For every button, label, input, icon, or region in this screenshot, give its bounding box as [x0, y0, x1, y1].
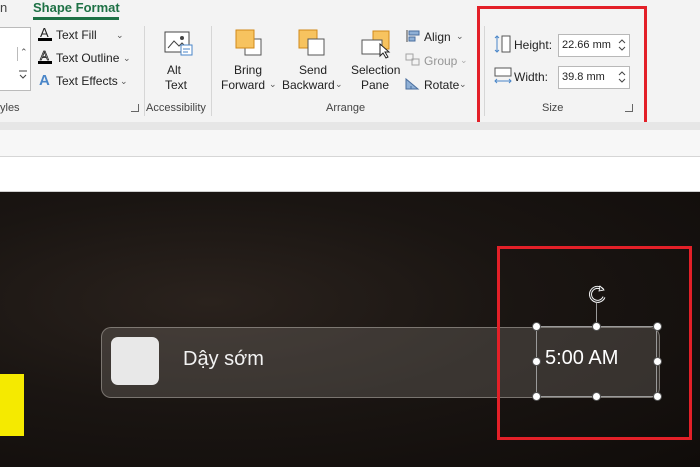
- chevron-down-icon: ⌄: [335, 79, 343, 89]
- send-backward-button[interactable]: Send Backward ⌄: [282, 28, 344, 94]
- group-icon: [405, 53, 421, 72]
- align-label: Align: [424, 30, 451, 44]
- chevron-down-icon: ⌄: [120, 76, 128, 86]
- send-backward-label-1: Send: [299, 63, 328, 77]
- gallery-more-icon[interactable]: [17, 68, 29, 87]
- bring-forward-icon: [233, 28, 265, 63]
- svg-text:A: A: [40, 49, 49, 63]
- svg-text:A: A: [40, 26, 49, 40]
- chevron-down-icon: ⌄: [123, 53, 131, 63]
- text-fill-icon: A: [37, 25, 53, 47]
- styles-group-label: yles: [0, 102, 20, 114]
- selection-pane-label-2: Pane: [361, 78, 390, 92]
- wordart-dialog-launcher[interactable]: [131, 104, 139, 112]
- document-area: [0, 157, 700, 192]
- svg-text:A: A: [39, 72, 50, 88]
- group-label: Group: [424, 54, 458, 68]
- alt-text-label-1: Alt: [167, 63, 182, 77]
- task-label[interactable]: Dậy sớm: [183, 348, 264, 371]
- text-effects-icon: A: [37, 72, 53, 93]
- selection-pane-label-1: Selection: [351, 63, 401, 77]
- chevron-down-icon: ⌄: [116, 30, 124, 40]
- yellow-shape[interactable]: [0, 374, 24, 436]
- align-icon: [405, 29, 421, 48]
- ribbon-bottom-band: [0, 122, 700, 130]
- alt-text-button[interactable]: Alt Text: [158, 28, 198, 92]
- chevron-down-icon: ⌄: [269, 79, 277, 89]
- alt-text-label-2: Text: [165, 78, 188, 92]
- size-highlight-box: [477, 6, 647, 131]
- selection-pane-button[interactable]: Selection Pane: [349, 28, 403, 94]
- tab-partial[interactable]: n: [0, 0, 7, 15]
- text-effects-label: Text Effects: [56, 74, 118, 88]
- selection-pane-icon: [360, 28, 394, 65]
- alt-text-icon: [162, 28, 194, 63]
- accessibility-group-label: Accessibility: [146, 102, 206, 114]
- chevron-down-icon: ⌄: [456, 31, 464, 41]
- bring-forward-label-1: Bring: [234, 63, 263, 77]
- group-separator: [211, 26, 212, 116]
- send-backward-label-2: Backward: [282, 78, 335, 92]
- bring-forward-button[interactable]: Bring Forward ⌄: [220, 28, 278, 94]
- bring-forward-label-2: Forward: [221, 78, 266, 92]
- tab-shape-format[interactable]: Shape Format: [33, 0, 120, 15]
- textbox-highlight-box: [497, 246, 692, 440]
- ruler: [0, 130, 700, 157]
- text-outline-label: Text Outline: [56, 51, 120, 65]
- active-tab-indicator: [33, 17, 119, 20]
- checkbox-square[interactable]: [111, 337, 159, 385]
- chevron-down-icon: ⌄: [460, 55, 468, 65]
- rotate-label: Rotate: [424, 78, 460, 92]
- text-outline-icon: A: [37, 48, 53, 70]
- arrange-group-label: Arrange: [326, 102, 366, 114]
- send-backward-icon: [296, 28, 328, 63]
- group-separator: [144, 26, 145, 116]
- rotate-icon: [405, 77, 421, 96]
- text-fill-label: Text Fill: [56, 28, 97, 42]
- chevron-down-icon: ⌄: [459, 79, 467, 89]
- gallery-scroll[interactable]: ⌃: [17, 47, 30, 61]
